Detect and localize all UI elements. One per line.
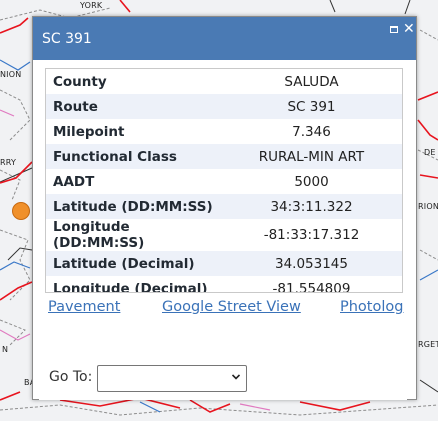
google-street-view-link[interactable]: Google Street View	[162, 299, 301, 315]
table-row: County SALUDA	[46, 69, 402, 94]
table-row: Route SC 391	[46, 94, 402, 119]
attribute-table: County SALUDA Route SC 391 Milepoint 7.3…	[46, 69, 402, 293]
maximize-icon	[390, 26, 398, 33]
map-label: NION	[0, 70, 22, 79]
popup-titlebar[interactable]: SC 391 ✕	[33, 17, 416, 60]
attribute-value: -81:33:17.312	[263, 227, 360, 243]
photolog-link[interactable]: Photolog	[340, 299, 403, 315]
table-row: AADT 5000	[46, 169, 402, 194]
map-label: DE	[424, 148, 436, 157]
attribute-value: 34.053145	[221, 251, 402, 276]
attribute-value: 7.346	[292, 123, 331, 140]
attribute-value: 34:3:11.322	[221, 194, 402, 219]
attribute-key: County	[53, 73, 107, 90]
goto-label: Go To:	[49, 369, 93, 385]
map-label: YORK	[80, 1, 103, 10]
table-row: Milepoint 7.346	[46, 119, 402, 144]
maximize-button[interactable]	[389, 24, 401, 36]
table-row: Latitude (DD:MM:SS) 34:3:11.322	[46, 194, 402, 219]
goto-select[interactable]	[97, 365, 247, 392]
map-label: RRY	[0, 158, 17, 167]
popup-title: SC 391	[42, 31, 92, 47]
table-row: Latitude (Decimal) 34.053145	[46, 251, 402, 276]
map-label: RGET	[418, 340, 438, 349]
attribute-key: AADT	[53, 173, 95, 190]
map-label: RION	[418, 202, 438, 211]
attribute-key: Latitude (Decimal)	[46, 251, 221, 276]
pavement-link[interactable]: Pavement	[48, 299, 120, 315]
close-button[interactable]: ✕	[403, 21, 415, 37]
attribute-key: Longitude (DD:MM:SS)	[53, 219, 145, 251]
table-row: Longitude (Decimal) -81.554809	[46, 276, 402, 293]
popup-links: Pavement Google Street View Photolog	[48, 299, 404, 321]
attribute-key: Route	[46, 94, 221, 119]
map-label: N	[2, 345, 9, 354]
attribute-table-frame[interactable]: County SALUDA Route SC 391 Milepoint 7.3…	[45, 68, 403, 293]
location-marker[interactable]	[12, 202, 30, 220]
popup-content: County SALUDA Route SC 391 Milepoint 7.3…	[39, 60, 407, 400]
attribute-key: Latitude (DD:MM:SS)	[46, 194, 221, 219]
close-icon: ✕	[403, 21, 415, 37]
attribute-value: SC 391	[221, 94, 402, 119]
attribute-value: 5000	[294, 173, 329, 190]
attribute-key: Milepoint	[53, 123, 125, 140]
attribute-key: Functional Class	[46, 144, 221, 169]
attribute-value: -81.554809	[272, 280, 351, 293]
attribute-value: SALUDA	[284, 73, 339, 90]
chevron-down-icon	[232, 374, 240, 380]
table-row: Functional Class RURAL-MIN ART	[46, 144, 402, 169]
attribute-key: Longitude (Decimal)	[53, 280, 208, 293]
attribute-value: RURAL-MIN ART	[221, 144, 402, 169]
table-row: Longitude (DD:MM:SS) -81:33:17.312	[46, 219, 402, 251]
info-popup: SC 391 ✕ County SALUDA Route SC 391 Mile…	[32, 16, 417, 400]
